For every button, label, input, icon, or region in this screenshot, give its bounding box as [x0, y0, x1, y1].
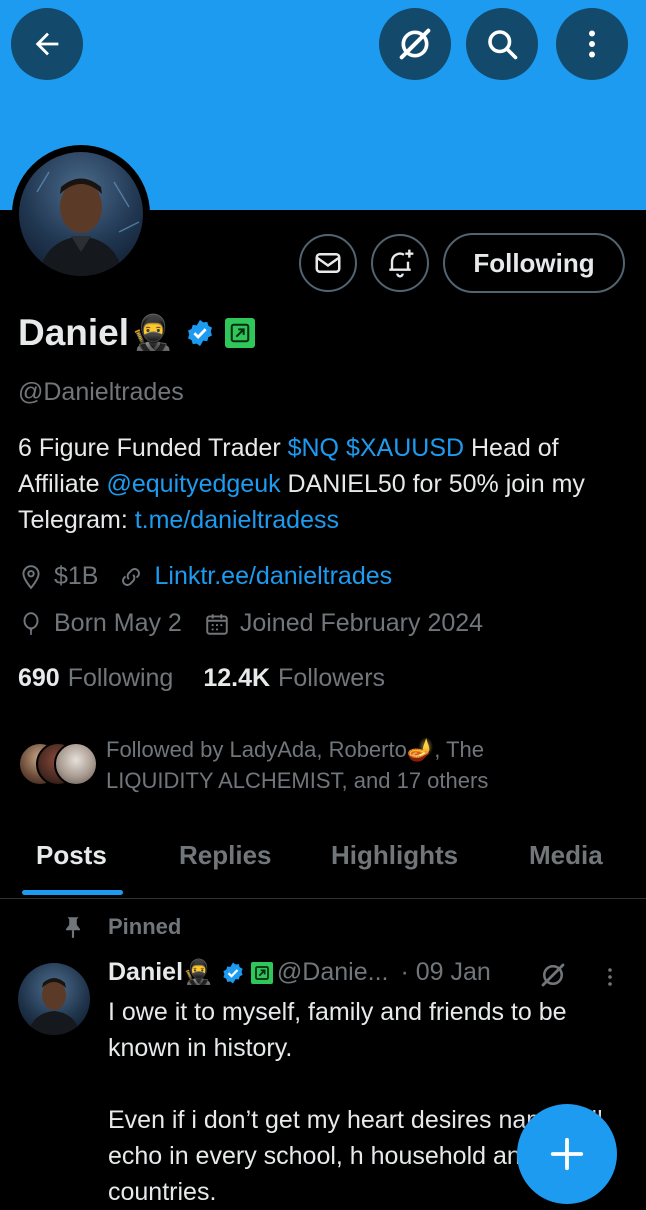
back-button[interactable]: [11, 8, 83, 80]
following-stat-label: Following: [67, 664, 174, 692]
search-icon: [488, 30, 518, 60]
profile-joined: Joined February 2024: [239, 609, 484, 637]
profile-avatar[interactable]: [12, 145, 150, 283]
grok-analyze-icon[interactable]: [538, 960, 568, 990]
compose-button[interactable]: [517, 1104, 617, 1204]
profile-location: $1B: [54, 562, 99, 590]
followers-stat[interactable]: 12.4K Followers: [203, 664, 385, 693]
search-button[interactable]: [466, 8, 538, 80]
following-count: 690: [18, 664, 60, 692]
calendar-icon: [206, 613, 228, 635]
verified-badge-icon: [223, 962, 243, 983]
profile-handle: @Danieltrades: [18, 378, 184, 406]
post-date[interactable]: · 09 Jan: [400, 958, 490, 987]
pinned-text: Pinned: [108, 914, 182, 939]
bio-space: [339, 434, 346, 462]
plus-icon: [550, 1137, 584, 1171]
arrow-left-icon: [35, 32, 59, 56]
tab-media[interactable]: Media: [529, 840, 603, 871]
followed-by-text: Followed by LadyAda, Roberto🪔, The LIQUI…: [106, 734, 626, 796]
profile-name-row: Daniel 🥷: [18, 312, 256, 354]
message-button[interactable]: [299, 234, 357, 292]
profile-meta-row-2: Born May 2 Joined February 2024: [18, 609, 483, 638]
link-icon: [122, 567, 141, 586]
post-author-handle: @Danie...: [276, 958, 389, 986]
following-stat[interactable]: 690 Following: [18, 664, 173, 693]
more-options-button[interactable]: [556, 8, 628, 80]
post-author-emoji: 🥷: [183, 959, 213, 986]
followed-by-line-1: Followed by LadyAda, Roberto🪔, The: [106, 737, 484, 762]
slashed-circle-icon: [399, 28, 431, 60]
post-more-icon[interactable]: [598, 962, 622, 992]
tab-posts[interactable]: Posts: [36, 840, 107, 871]
tab-replies[interactable]: Replies: [179, 840, 272, 871]
bell-plus-icon: [389, 249, 414, 278]
post-author-avatar[interactable]: [18, 963, 90, 1035]
profile-website[interactable]: Linktr.ee/danieltrades: [154, 562, 392, 591]
grok-button[interactable]: [379, 8, 451, 80]
profile-birthday: Born May 2: [54, 609, 182, 637]
vertical-dots-icon: [589, 30, 595, 58]
follower-avatar: [54, 742, 98, 786]
pin-icon: [65, 917, 81, 938]
profile-bio: 6 Figure Funded Trader $NQ $XAUUSD Head …: [18, 430, 628, 538]
location-pin-icon: [22, 564, 40, 589]
balloon-icon: [23, 611, 39, 635]
envelope-icon: [315, 253, 341, 273]
affiliate-badge-icon[interactable]: [225, 318, 256, 348]
profile-stats: 690 Following 12.4K Followers: [18, 664, 385, 693]
bio-text-1: 6 Figure Funded Trader: [18, 434, 288, 462]
followed-by-line-2: LIQUIDITY ALCHEMIST, and 17 others: [106, 768, 489, 793]
following-button[interactable]: Following: [443, 233, 625, 293]
profile-meta-row-1: $1B Linktr.ee/danieltrades: [18, 562, 392, 591]
post-author-name[interactable]: Daniel: [108, 958, 183, 987]
active-tab-indicator: [22, 890, 123, 895]
mention-link[interactable]: @equityedgeuk: [106, 470, 280, 498]
cashtag-link-xauusd[interactable]: $XAUUSD: [346, 434, 464, 462]
avatar-image: [19, 152, 143, 276]
affiliate-badge-icon: [250, 961, 273, 984]
profile-tabs: Posts Replies Highlights Media: [0, 830, 646, 899]
pinned-label: Pinned: [60, 914, 181, 940]
followers-count: 12.4K: [203, 664, 271, 692]
display-name: Daniel: [18, 312, 130, 353]
post-header: Daniel 🥷 @Danie... · 09 Jan: [108, 958, 491, 987]
following-button-label: Following: [473, 247, 595, 278]
telegram-link[interactable]: t.me/danieltradess: [135, 506, 339, 534]
notifications-button[interactable]: [371, 234, 429, 292]
followers-stat-label: Followers: [278, 664, 386, 692]
tab-highlights[interactable]: Highlights: [331, 840, 458, 871]
name-emoji: 🥷: [131, 314, 174, 352]
verified-badge-icon[interactable]: [185, 318, 215, 348]
cashtag-link-nq[interactable]: $NQ: [288, 434, 339, 462]
